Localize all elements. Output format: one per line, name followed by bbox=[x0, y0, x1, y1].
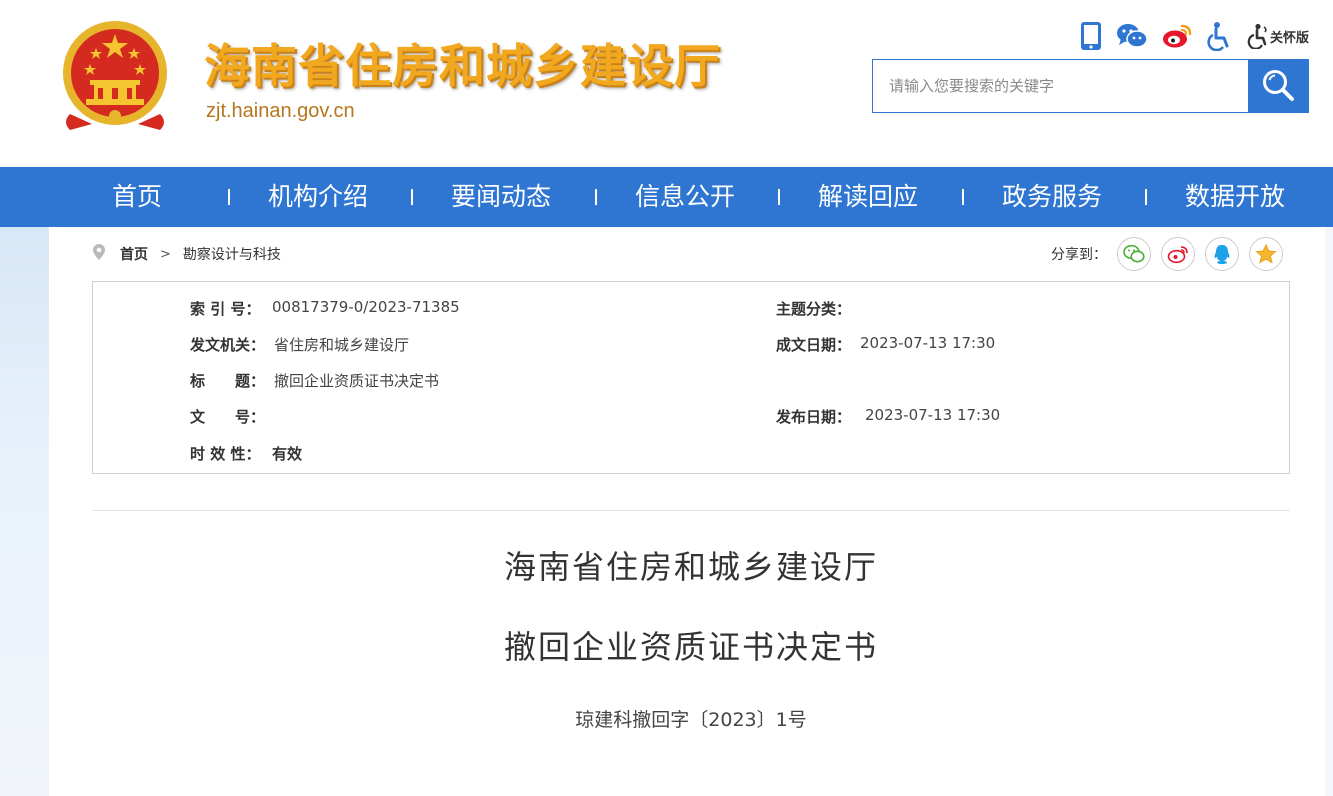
content-divider bbox=[92, 510, 1290, 511]
left-background-strip bbox=[0, 227, 49, 796]
document-reference-number: 琼建科撤回字〔2023〕1号 bbox=[575, 709, 807, 731]
index-number-label: 索 引 号： bbox=[190, 300, 261, 318]
published-date-value: 2023-07-13 17:30 bbox=[865, 406, 1001, 424]
nav-separator bbox=[778, 189, 780, 205]
share-qq-icon[interactable] bbox=[1205, 237, 1239, 271]
published-date-label: 发布日期： bbox=[776, 408, 852, 426]
breadcrumb-home[interactable]: 首页 bbox=[120, 244, 148, 264]
nav-item-home[interactable]: 首页 bbox=[112, 167, 162, 227]
site-domain: zjt.hainan.gov.cn bbox=[206, 100, 355, 122]
nav-item-news[interactable]: 要闻动态 bbox=[451, 167, 551, 227]
search-button[interactable] bbox=[1248, 60, 1308, 112]
nav-item-organization[interactable]: 机构介绍 bbox=[268, 167, 368, 227]
search-input[interactable] bbox=[873, 60, 1248, 112]
validity-value: 有效 bbox=[272, 445, 303, 463]
accessibility-icon[interactable] bbox=[1206, 20, 1232, 52]
validity-label: 时 效 性： bbox=[190, 445, 261, 463]
share-wechat-icon[interactable] bbox=[1117, 237, 1151, 271]
nav-item-info-disclosure[interactable]: 信息公开 bbox=[635, 167, 735, 227]
nav-separator bbox=[595, 189, 597, 205]
site-header: 海南省住房和城乡建设厅 zjt.hainan.gov.cn 关怀版 请输入您要搜… bbox=[0, 0, 1333, 167]
nav-item-open-data[interactable]: 数据开放 bbox=[1185, 167, 1285, 227]
document-info-panel: 索 引 号： 00817379-0/2023-71385 主题分类： 发文机关：… bbox=[92, 281, 1290, 474]
nav-separator bbox=[228, 189, 230, 205]
share-weibo-icon[interactable] bbox=[1161, 237, 1195, 271]
issuer-value: 省住房和城乡建设厅 bbox=[274, 336, 410, 354]
care-mode-label[interactable]: 关怀版 bbox=[1270, 27, 1309, 46]
document-title-line-2: 撤回企业资质证书决定书 bbox=[503, 628, 878, 666]
header-tools: 关怀版 bbox=[1080, 20, 1309, 52]
share-bar: 分享到： bbox=[1051, 236, 1283, 272]
breadcrumb: 首页 > 勘察设计与科技 bbox=[92, 240, 281, 268]
document-title-line-1: 海南省住房和城乡建设厅 bbox=[503, 548, 878, 586]
topic-label: 主题分类： bbox=[776, 300, 852, 318]
mobile-icon[interactable] bbox=[1080, 20, 1102, 52]
site-title[interactable]: 海南省住房和城乡建设厅 bbox=[204, 30, 721, 96]
nav-separator bbox=[962, 189, 964, 205]
wechat-icon[interactable] bbox=[1116, 20, 1148, 52]
location-pin-icon bbox=[92, 243, 106, 265]
index-number-value: 00817379-0/2023-71385 bbox=[272, 298, 460, 316]
title-value: 撤回企业资质证书决定书 bbox=[274, 372, 440, 390]
breadcrumb-current[interactable]: 勘察设计与科技 bbox=[183, 244, 281, 264]
share-favorite-icon[interactable] bbox=[1249, 237, 1283, 271]
search-box bbox=[872, 59, 1309, 113]
care-mode-icon[interactable]: 关怀版 bbox=[1246, 20, 1309, 52]
main-nav: 首页 机构介绍 要闻动态 信息公开 解读回应 政务服务 数据开放 bbox=[0, 167, 1333, 227]
search-icon bbox=[1261, 68, 1295, 105]
nav-item-services[interactable]: 政务服务 bbox=[1002, 167, 1102, 227]
document-number-label: 文 号： bbox=[190, 408, 266, 426]
issuer-label: 发文机关： bbox=[190, 336, 266, 354]
nav-item-interpretation[interactable]: 解读回应 bbox=[818, 167, 918, 227]
national-emblem-icon[interactable] bbox=[56, 18, 174, 136]
created-date-value: 2023-07-13 17:30 bbox=[860, 334, 996, 352]
title-label: 标 题： bbox=[190, 372, 266, 390]
created-date-label: 成文日期： bbox=[776, 336, 852, 354]
nav-separator bbox=[411, 189, 413, 205]
breadcrumb-separator: > bbox=[160, 246, 171, 262]
share-label: 分享到： bbox=[1051, 247, 1107, 263]
nav-separator bbox=[1145, 189, 1147, 205]
weibo-icon[interactable] bbox=[1162, 20, 1192, 52]
